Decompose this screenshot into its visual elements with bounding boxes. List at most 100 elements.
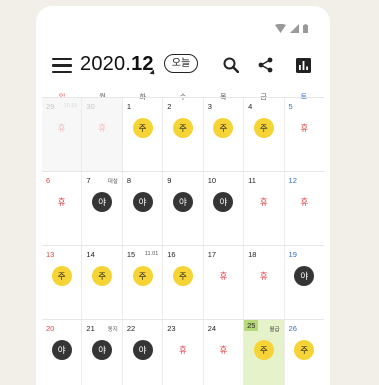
calendar-day-cell[interactable]: 25 월급주	[243, 320, 284, 385]
day-number: 16	[167, 250, 176, 259]
calendar-day-cell[interactable]: 10 야	[202, 172, 243, 245]
calendar-day-cell[interactable]: 30 휴	[81, 98, 122, 171]
calendar-week: 13 주 14 주 15 11.01 주 16 주 17 휴 18 휴 19 야	[42, 245, 324, 319]
rest-day-label: 휴	[179, 345, 187, 355]
calendar-day-cell[interactable]: 29 10.15 휴	[42, 98, 82, 171]
day-number: 25	[244, 320, 259, 331]
day-number: 7	[86, 176, 91, 185]
rest-day-label: 휴	[98, 123, 107, 133]
day-number: 29	[46, 102, 55, 111]
calendar-day-cell[interactable]: 20 야	[42, 320, 81, 385]
calendar-day-cell[interactable]: 15 11.01 주	[121, 246, 162, 319]
calendar-day-cell[interactable]: 18 휴	[243, 246, 283, 319]
day-number: 1	[126, 102, 132, 111]
app-bar: 2020.12 오늘	[36, 50, 330, 84]
night-shift-badge: 야	[51, 340, 72, 360]
rest-day-label: 휴	[259, 271, 268, 281]
day-note: 11.01	[144, 251, 159, 257]
day-number: 6	[46, 176, 51, 185]
month-title[interactable]: 2020.12	[80, 53, 154, 76]
day-number: 15	[126, 250, 136, 259]
rest-day-label: 휴	[300, 197, 309, 207]
chart-icon	[295, 57, 311, 73]
day-shift-badge: 주	[92, 266, 113, 286]
day-number: 21	[86, 324, 95, 333]
calendar-day-cell[interactable]: 9야	[162, 172, 202, 245]
day-number: 13	[46, 250, 55, 259]
day-shift-badge: 주	[132, 266, 153, 286]
search-button[interactable]	[220, 54, 242, 76]
calendar-day-cell[interactable]: 2주	[162, 98, 202, 171]
calendar-day-cell[interactable]: 8야	[121, 172, 162, 245]
signal-icon	[290, 24, 299, 33]
day-shift-badge: 주	[213, 118, 234, 138]
night-shift-badge: 야	[213, 192, 234, 212]
day-number: 19	[288, 250, 297, 259]
day-number: 18	[248, 250, 257, 259]
stats-button[interactable]	[292, 54, 314, 76]
day-number: 24	[207, 324, 217, 333]
day-number: 5	[288, 102, 293, 111]
calendar-day-cell[interactable]: 17 휴	[202, 246, 243, 319]
rest-day-label: 휴	[300, 123, 309, 133]
calendar-day-cell[interactable]: 14 주	[81, 246, 121, 319]
night-shift-badge: 야	[294, 266, 315, 286]
day-number: 10	[207, 176, 217, 185]
calendar-day-cell[interactable]: 13 주	[42, 246, 81, 319]
rest-day-label: 휴	[219, 271, 228, 281]
calendar-day-cell[interactable]: 21 동지 야	[81, 320, 121, 385]
day-shift-badge: 주	[172, 118, 193, 138]
calendar-week: 29 10.15 휴 30 휴 1 주 2 주 3 주 4 주 5 휴	[42, 97, 324, 171]
phone-screen: 2020.12 오늘 일 월 화 수 목 금 토 2910.15휴30휴1주2주…	[36, 6, 330, 385]
calendar-grid: 29 10.15 휴 30 휴 1 주 2 주 3 주 4 주 5 휴 6 휴 7 대설 야 8 야 9 야 10 야 11 휴 12 휴…	[42, 97, 324, 385]
day-number: 4	[248, 102, 253, 111]
calendar-day-cell[interactable]: 11 휴	[243, 172, 283, 245]
calendar-week: 20 야 21 동지 야 22 야 23 휴 24 휴 25 월급 주 26 주	[42, 319, 324, 385]
calendar-day-cell[interactable]: 23 휴	[162, 320, 202, 385]
day-number: 30	[86, 102, 95, 111]
menu-button[interactable]	[52, 58, 72, 74]
calendar-day-cell[interactable]: 16 주	[162, 246, 202, 319]
calendar-day-cell[interactable]: 26 주	[283, 320, 324, 385]
calendar-week: 6 휴 7 대설 야 8 야 9 야 10 야 11 휴 12 휴	[42, 171, 324, 245]
calendar-day-cell[interactable]: 5휴	[283, 98, 324, 171]
day-number: 20	[46, 324, 55, 333]
menu-icon-line	[52, 70, 72, 74]
day-number: 2	[167, 102, 172, 111]
calendar-day-cell[interactable]: 19 야	[283, 246, 324, 319]
day-number: 3	[207, 102, 212, 111]
calendar-day-cell[interactable]: 4주	[243, 98, 283, 171]
calendar-day-cell[interactable]: 7 대설야	[81, 172, 121, 245]
calendar-day-cell[interactable]: 1주	[121, 98, 162, 171]
night-shift-badge: 야	[92, 192, 113, 212]
search-icon	[223, 57, 239, 73]
calendar-day-cell[interactable]: 3주	[202, 98, 243, 171]
day-shift-badge: 주	[172, 266, 193, 286]
menu-icon-line	[52, 64, 72, 67]
calendar-day-cell[interactable]: 24 휴	[202, 320, 243, 385]
day-number: 8	[126, 176, 132, 185]
today-button[interactable]: 오늘	[164, 54, 198, 73]
calendar-day-cell[interactable]: 12 휴	[283, 172, 324, 245]
month-title-year: 2020.	[80, 53, 132, 75]
day-shift-badge: 주	[51, 266, 72, 286]
day-number: 9	[167, 176, 172, 185]
battery-icon	[303, 24, 308, 33]
day-number: 22	[126, 324, 136, 333]
day-note: 대설	[107, 179, 118, 185]
day-number: 23	[167, 324, 176, 333]
day-shift-badge: 주	[253, 118, 274, 138]
share-button[interactable]	[254, 54, 276, 76]
night-shift-badge: 야	[132, 192, 153, 212]
day-number: 26	[288, 324, 297, 333]
night-shift-badge: 야	[92, 340, 113, 360]
calendar-day-cell[interactable]: 6휴	[42, 172, 81, 245]
share-icon	[258, 57, 272, 73]
wifi-icon	[275, 24, 286, 33]
night-shift-badge: 야	[172, 192, 193, 212]
day-shift-badge: 주	[294, 340, 315, 360]
rest-day-label: 휴	[57, 123, 66, 133]
day-note: 월급	[269, 327, 280, 333]
day-shift-badge: 주	[253, 340, 274, 360]
calendar-day-cell[interactable]: 22 야	[121, 320, 162, 385]
